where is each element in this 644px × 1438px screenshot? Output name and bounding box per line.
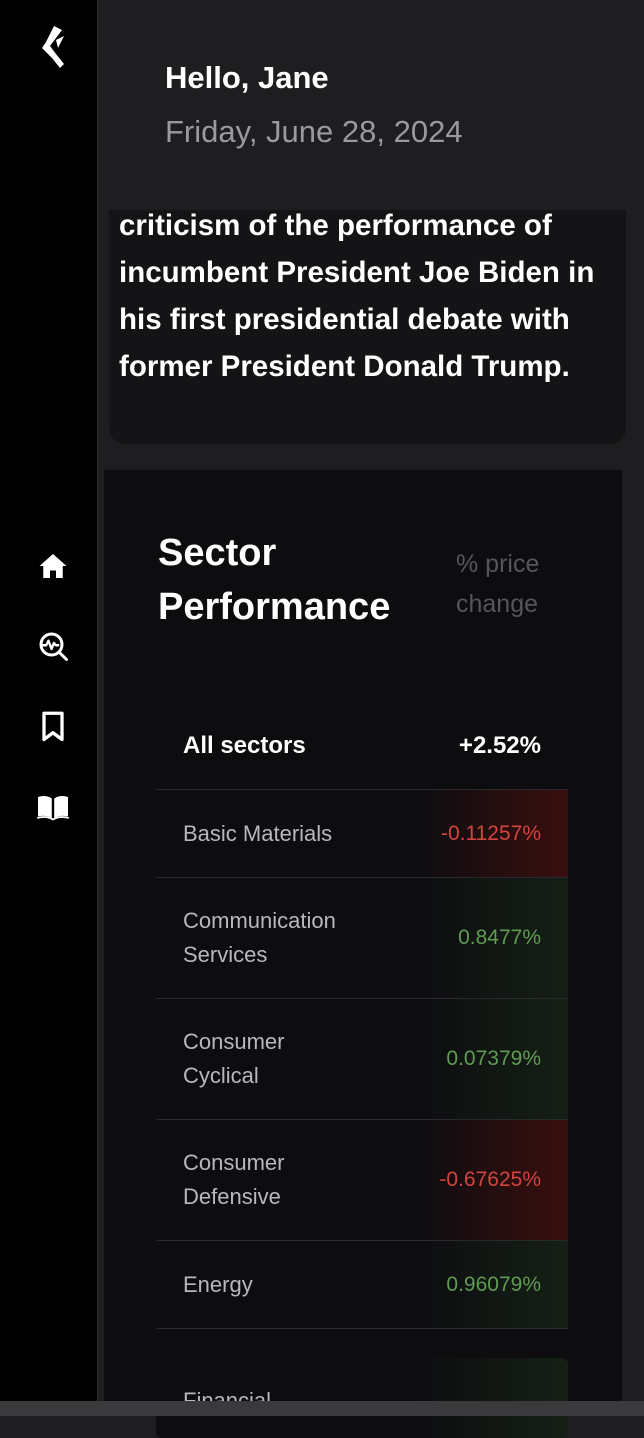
sector-row[interactable]: Energy 0.96079% xyxy=(156,1241,568,1329)
sector-value: -0.67625% xyxy=(439,1168,541,1191)
horizontal-scrollbar[interactable] xyxy=(0,1401,644,1416)
home-icon[interactable] xyxy=(33,546,73,586)
date-label: Friday, June 28, 2024 xyxy=(165,114,463,149)
trend-gradient xyxy=(418,1358,568,1438)
sector-row[interactable]: Communication Services 0.8477% xyxy=(156,878,568,999)
sector-label: Basic Materials xyxy=(183,820,333,846)
sector-table: All sectors +2.52% Basic Materials -0.11… xyxy=(156,702,568,1329)
bookmark-icon[interactable] xyxy=(33,706,73,746)
sector-row-all[interactable]: All sectors +2.52% xyxy=(156,702,568,790)
sector-value: -0.11257% xyxy=(440,821,541,845)
sector-row[interactable]: Consumer Defensive -0.67625% xyxy=(156,1120,568,1241)
greeting: Hello, Jane xyxy=(165,60,329,95)
sector-value: 0.96079% xyxy=(446,1272,541,1296)
news-text: criticism of the performance of incumben… xyxy=(119,209,595,383)
sidebar xyxy=(0,0,98,1416)
book-icon[interactable] xyxy=(33,786,73,826)
sector-label: All sectors xyxy=(183,731,306,759)
page-header: Hello, Jane Friday, June 28, 2024 xyxy=(99,0,644,210)
sector-row[interactable]: Basic Materials -0.11257% xyxy=(156,790,568,878)
sector-title: Sector Performance xyxy=(158,532,391,628)
sector-label: Energy xyxy=(183,1271,253,1297)
sector-subtitle: % price change xyxy=(456,550,540,618)
news-card[interactable]: criticism of the performance of incumben… xyxy=(109,200,626,444)
market-search-icon[interactable] xyxy=(33,626,73,666)
app-logo-icon[interactable] xyxy=(38,24,70,70)
sector-label: Consumer Cyclical xyxy=(183,1029,285,1088)
sector-value: 0.8477% xyxy=(458,926,541,949)
sector-label: Communication Services xyxy=(183,908,336,967)
sector-value: 0.07379% xyxy=(446,1047,541,1070)
sector-row-partial[interactable]: Financial xyxy=(156,1358,568,1438)
sector-value: +2.52% xyxy=(458,731,541,759)
sector-row[interactable]: Consumer Cyclical 0.07379% xyxy=(156,999,568,1120)
sector-performance-card: Sector Performance % price change All se… xyxy=(104,470,622,1438)
sector-label: Consumer Defensive xyxy=(183,1150,285,1209)
